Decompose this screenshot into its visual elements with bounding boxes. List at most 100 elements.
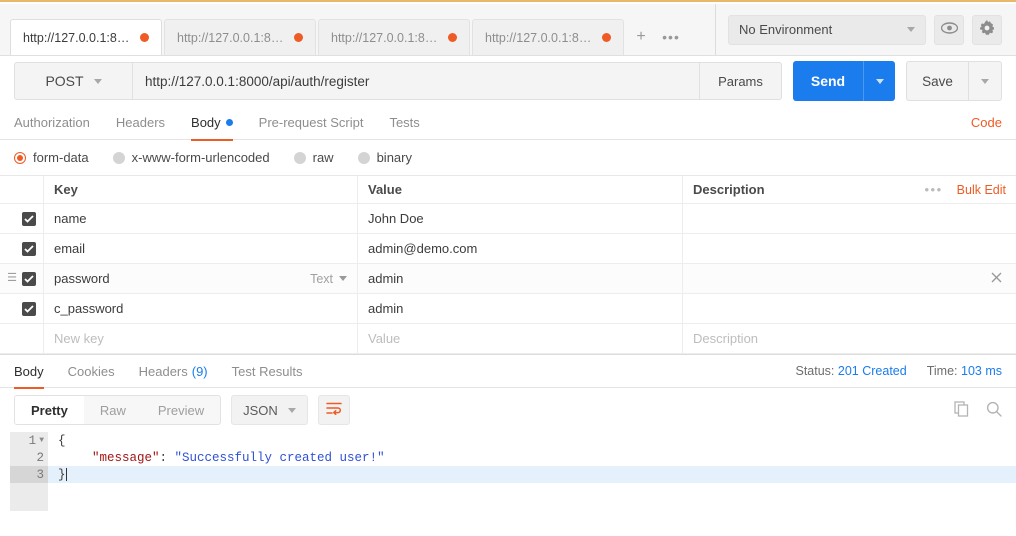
- unsaved-dot-icon: [602, 33, 611, 42]
- tab-pre-request-script[interactable]: Pre-request Script: [259, 106, 364, 140]
- json-brace: {: [58, 433, 66, 448]
- table-new-row[interactable]: New key Value Description: [0, 324, 1016, 354]
- bulk-edit-button[interactable]: Bulk Edit: [957, 183, 1016, 197]
- send-button[interactable]: Send: [793, 61, 863, 101]
- row-key-cell[interactable]: email: [44, 234, 358, 263]
- response-headers-count: (9): [191, 363, 208, 379]
- new-row-key-placeholder: New key: [54, 331, 104, 346]
- row-key-cell[interactable]: c_password: [44, 294, 358, 323]
- view-mode-pretty[interactable]: Pretty: [15, 396, 84, 424]
- chevron-down-icon: [875, 78, 884, 84]
- response-tab-test-results[interactable]: Test Results: [232, 355, 303, 388]
- tab-tests-label: Tests: [389, 115, 420, 130]
- row-value-cell[interactable]: admin: [358, 264, 683, 293]
- table-row[interactable]: c_password admin: [0, 294, 1016, 324]
- request-tab-2[interactable]: http://127.0.0.1:8000/: [164, 19, 316, 55]
- header-value-cell: Value: [358, 176, 683, 203]
- row-value-cell[interactable]: admin: [358, 294, 683, 323]
- tab-body[interactable]: Body: [191, 106, 233, 141]
- row-key-cell[interactable]: password Text: [44, 264, 358, 293]
- tab-pre-request-script-label: Pre-request Script: [258, 115, 364, 130]
- response-tab-headers[interactable]: Headers (9): [139, 355, 208, 388]
- settings-button[interactable]: [972, 14, 1002, 45]
- code-link[interactable]: Code: [971, 115, 1002, 130]
- response-tab-body[interactable]: Body: [14, 355, 44, 389]
- table-options-button[interactable]: •••: [925, 182, 957, 197]
- header-description-label: Description: [693, 182, 765, 197]
- row-checkbox[interactable]: [22, 211, 36, 226]
- body-type-binary[interactable]: binary: [357, 150, 412, 165]
- row-checkbox[interactable]: [22, 301, 36, 316]
- environment-select[interactable]: No Environment: [728, 14, 926, 45]
- unsaved-dot-icon: [140, 33, 149, 42]
- new-tab-button[interactable]: +: [626, 19, 656, 55]
- http-method-select[interactable]: POST: [14, 62, 132, 100]
- line-number-gutter: 2: [10, 449, 48, 466]
- time-badge: Time: 103 ms: [927, 364, 1002, 378]
- search-button[interactable]: [986, 401, 1002, 420]
- chevron-down-icon: [907, 27, 915, 32]
- response-tab-cookies[interactable]: Cookies: [68, 355, 115, 388]
- delete-row-button[interactable]: [991, 270, 1006, 287]
- tab-headers[interactable]: Headers: [116, 106, 165, 140]
- row-value-cell[interactable]: admin@demo.com: [358, 234, 683, 263]
- response-language-label: JSON: [243, 402, 278, 418]
- table-row[interactable]: name John Doe: [0, 204, 1016, 234]
- row-checkbox[interactable]: [22, 271, 36, 286]
- new-row-key-input[interactable]: New key: [44, 324, 358, 353]
- save-options-button[interactable]: [968, 61, 1002, 101]
- json-key: "message": [92, 450, 160, 465]
- eye-icon: [940, 22, 958, 37]
- line-number-gutter-tail: [10, 483, 48, 511]
- body-type-raw[interactable]: raw: [293, 150, 334, 165]
- row-key-cell[interactable]: name: [44, 204, 358, 233]
- body-type-urlencoded[interactable]: x-www-form-urlencoded: [112, 150, 270, 165]
- request-tab-4[interactable]: http://127.0.0.1:8000/: [472, 19, 624, 55]
- tab-headers-label: Headers: [115, 115, 166, 130]
- code-line-text: }: [48, 466, 1016, 483]
- table-row[interactable]: ☰ password Text admin: [0, 264, 1016, 294]
- new-row-description-input[interactable]: Description: [683, 324, 1016, 353]
- new-row-value-input[interactable]: Value: [358, 324, 683, 353]
- table-row[interactable]: email admin@demo.com: [0, 234, 1016, 264]
- body-type-form-data[interactable]: form-data: [14, 150, 89, 165]
- params-button[interactable]: Params: [700, 62, 782, 100]
- header-description-cell: Description ••• Bulk Edit: [683, 176, 1016, 203]
- response-meta: Status: 201 Created Time: 103 ms: [796, 364, 1003, 378]
- save-button[interactable]: Save: [906, 61, 968, 101]
- row-checkbox[interactable]: [22, 241, 36, 256]
- environment-quick-look-button[interactable]: [934, 14, 964, 45]
- row-description-cell[interactable]: [683, 294, 1016, 323]
- send-options-button[interactable]: [863, 61, 895, 101]
- drag-handle-icon[interactable]: ☰: [7, 273, 17, 284]
- tab-authorization[interactable]: Authorization: [14, 106, 90, 140]
- response-tab-test-results-label: Test Results: [231, 363, 303, 379]
- body-type-form-data-label: form-data: [33, 150, 89, 165]
- word-wrap-button[interactable]: [317, 395, 350, 425]
- row-description-cell[interactable]: [683, 204, 1016, 233]
- row-description-cell[interactable]: [683, 234, 1016, 263]
- row-checkbox-cell: [0, 294, 44, 323]
- row-type-select[interactable]: Text: [310, 272, 347, 286]
- response-language-select[interactable]: JSON: [231, 395, 308, 425]
- postman-window: http://127.0.0.1:8000/ http://127.0.0.1:…: [0, 0, 1016, 536]
- request-tab-1[interactable]: http://127.0.0.1:8000/: [10, 19, 162, 55]
- fold-toggle-icon[interactable]: ▼: [39, 436, 44, 445]
- row-value-cell[interactable]: John Doe: [358, 204, 683, 233]
- radio-icon: [357, 151, 370, 164]
- view-mode-raw[interactable]: Raw: [84, 396, 142, 424]
- line-number: 2: [36, 450, 44, 465]
- request-tab-3[interactable]: http://127.0.0.1:8000/: [318, 19, 470, 55]
- response-tab-cookies-label: Cookies: [67, 363, 115, 379]
- code-line-text: {: [48, 432, 1016, 449]
- word-wrap-icon: [326, 402, 342, 418]
- url-input[interactable]: http://127.0.0.1:8000/api/auth/register: [132, 62, 700, 100]
- code-line: 3 }: [10, 466, 1016, 483]
- view-mode-preview[interactable]: Preview: [142, 396, 220, 424]
- response-body-viewer[interactable]: 1 ▼ { 2 "message" : "Successfully create…: [0, 432, 1016, 536]
- row-description-cell[interactable]: [683, 264, 1016, 293]
- tab-tests[interactable]: Tests: [389, 106, 419, 140]
- copy-button[interactable]: [954, 400, 970, 420]
- code-line-text: "message" : "Successfully created user!": [48, 449, 1016, 466]
- tab-options-button[interactable]: •••: [656, 19, 686, 55]
